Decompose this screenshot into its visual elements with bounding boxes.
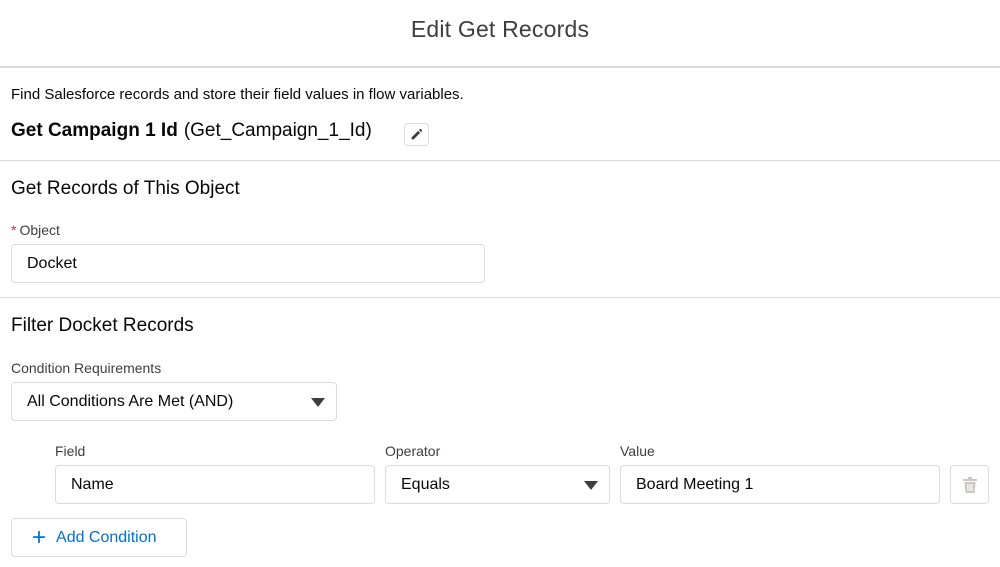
add-condition-label: Add Condition bbox=[56, 528, 157, 546]
condition-requirements-value: All Conditions Are Met (AND) bbox=[27, 392, 234, 410]
delete-condition-button[interactable] bbox=[950, 465, 989, 504]
condition-value-input[interactable]: Board Meeting 1 bbox=[620, 465, 940, 504]
caret-down-icon bbox=[311, 398, 325, 407]
element-label: Get Campaign 1 Id bbox=[11, 120, 178, 141]
condition-requirements-label: Condition Requirements bbox=[11, 360, 162, 376]
condition-operator-value: Equals bbox=[401, 475, 450, 493]
object-section-title: Get Records of This Object bbox=[11, 178, 240, 199]
add-condition-button[interactable]: + Add Condition bbox=[11, 518, 187, 557]
object-label-text: Object bbox=[19, 222, 60, 238]
field-column-label: Field bbox=[55, 443, 86, 459]
value-column-label: Value bbox=[620, 443, 655, 459]
condition-value-text: Board Meeting 1 bbox=[636, 475, 754, 493]
element-api-name: (Get_Campaign_1_Id) bbox=[183, 120, 372, 141]
object-label: * Object bbox=[11, 222, 60, 238]
modal-title: Edit Get Records bbox=[410, 16, 590, 42]
plus-icon: + bbox=[32, 523, 47, 551]
filter-section-title: Filter Docket Records bbox=[11, 315, 194, 336]
object-input[interactable]: Docket bbox=[11, 244, 485, 283]
section-divider bbox=[0, 297, 1000, 298]
condition-requirements-select[interactable]: All Conditions Are Met (AND) bbox=[11, 382, 337, 421]
condition-operator-select[interactable]: Equals bbox=[385, 465, 610, 504]
edit-element-button[interactable] bbox=[404, 123, 429, 146]
required-indicator: * bbox=[11, 222, 17, 238]
condition-field-value: Name bbox=[71, 475, 114, 493]
section-divider bbox=[0, 160, 1000, 161]
pencil-icon bbox=[411, 128, 423, 140]
element-description: Find Salesforce records and store their … bbox=[11, 86, 464, 103]
modal-header: Edit Get Records bbox=[0, 0, 1000, 68]
object-input-value: Docket bbox=[27, 254, 77, 272]
operator-column-label: Operator bbox=[385, 443, 441, 459]
caret-down-icon bbox=[584, 481, 598, 490]
element-name: Get Campaign 1 Id (Get_Campaign_1_Id) bbox=[11, 120, 372, 142]
trash-icon bbox=[962, 476, 977, 493]
condition-field-input[interactable]: Name bbox=[55, 465, 375, 504]
